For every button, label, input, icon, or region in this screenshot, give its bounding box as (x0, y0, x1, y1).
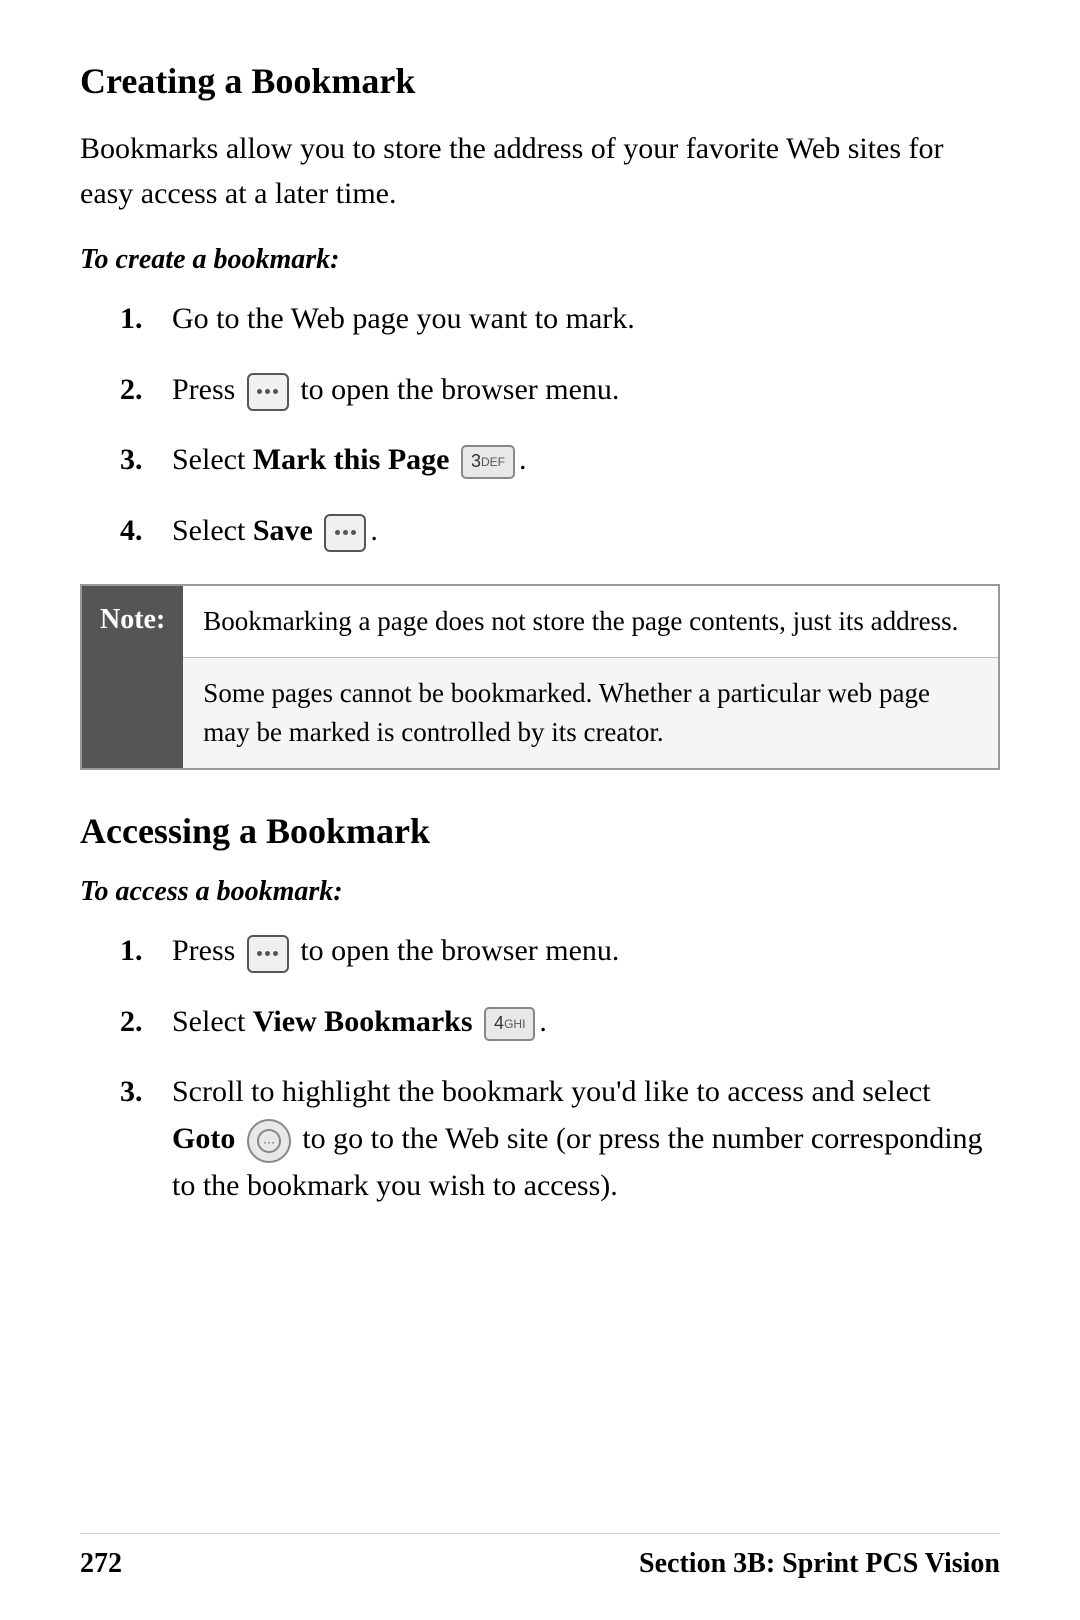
browser-menu-icon-2 (247, 935, 289, 973)
access-step-2-num: 2. (120, 999, 156, 1044)
access-step-2: 2. Select View Bookmarks 4GHI. (120, 999, 1000, 1046)
section1-title: Creating a Bookmark (80, 60, 1000, 102)
key-4-icon: 4GHI (484, 1007, 535, 1041)
access-step-3-text: Scroll to highlight the bookmark you'd l… (172, 1069, 1000, 1209)
goto-icon: ··· (247, 1119, 291, 1163)
goto-svg: ··· (256, 1128, 282, 1154)
step-4: 4. Select Save . (120, 508, 1000, 555)
section2-steps: 1. Press to open the browser menu. 2. (120, 928, 1000, 1209)
note-box: Note: Bookmarking a page does not store … (80, 584, 1000, 770)
access-step-3: 3. Scroll to highlight the bookmark you'… (120, 1069, 1000, 1209)
section-accessing-bookmark: Accessing a Bookmark To access a bookmar… (80, 810, 1000, 1209)
page-content: Creating a Bookmark Bookmarks allow you … (0, 0, 1080, 1340)
browser-menu-icon-1 (247, 373, 289, 411)
step-3-bold: Mark this Page (253, 443, 450, 476)
goto-bold: Goto (172, 1122, 235, 1155)
step-3-num: 3. (120, 437, 156, 482)
key-3-icon: 3DEF (461, 445, 515, 479)
step-2: 2. Press to open the browser menu. (120, 367, 1000, 414)
menu-dots-3 (257, 951, 278, 956)
section2-subheading: To access a bookmark: (80, 876, 1000, 908)
access-step-3-num: 3. (120, 1069, 156, 1114)
access-step-1: 1. Press to open the browser menu. (120, 928, 1000, 975)
footer-page-number: 272 (80, 1548, 122, 1580)
step-1-text: Go to the Web page you want to mark. (172, 296, 1000, 343)
step-3: 3. Select Mark this Page 3DEF. (120, 437, 1000, 484)
note-row-2: Some pages cannot be bookmarked. Whether… (183, 657, 998, 768)
section1-subheading: To create a bookmark: (80, 244, 1000, 276)
access-step-2-text: Select View Bookmarks 4GHI. (172, 999, 1000, 1046)
step-1: 1. Go to the Web page you want to mark. (120, 296, 1000, 343)
step-4-num: 4. (120, 508, 156, 553)
step-1-num: 1. (120, 296, 156, 341)
step-4-bold: Save (253, 514, 313, 547)
note-content: Bookmarking a page does not store the pa… (183, 586, 998, 768)
svg-text:···: ··· (263, 1135, 275, 1149)
menu-dots-2 (335, 530, 356, 535)
note-row-1: Bookmarking a page does not store the pa… (183, 586, 998, 657)
step-2-bold: View Bookmarks (253, 1005, 473, 1038)
access-step-1-num: 1. (120, 928, 156, 973)
step-2-num: 2. (120, 367, 156, 412)
section1-intro: Bookmarks allow you to store the address… (80, 126, 1000, 216)
step-2-text: Press to open the browser menu. (172, 367, 1000, 414)
section-creating-bookmark: Creating a Bookmark Bookmarks allow you … (80, 60, 1000, 770)
save-menu-icon (324, 514, 366, 552)
access-step-1-text: Press to open the browser menu. (172, 928, 1000, 975)
footer-section-label: Section 3B: Sprint PCS Vision (639, 1548, 1000, 1580)
section1-steps: 1. Go to the Web page you want to mark. … (120, 296, 1000, 554)
step-3-text: Select Mark this Page 3DEF. (172, 437, 1000, 484)
note-label: Note: (82, 586, 183, 768)
step-4-text: Select Save . (172, 508, 1000, 555)
menu-dots (257, 389, 278, 394)
section2-title: Accessing a Bookmark (80, 810, 1000, 852)
page-footer: 272 Section 3B: Sprint PCS Vision (80, 1533, 1000, 1580)
